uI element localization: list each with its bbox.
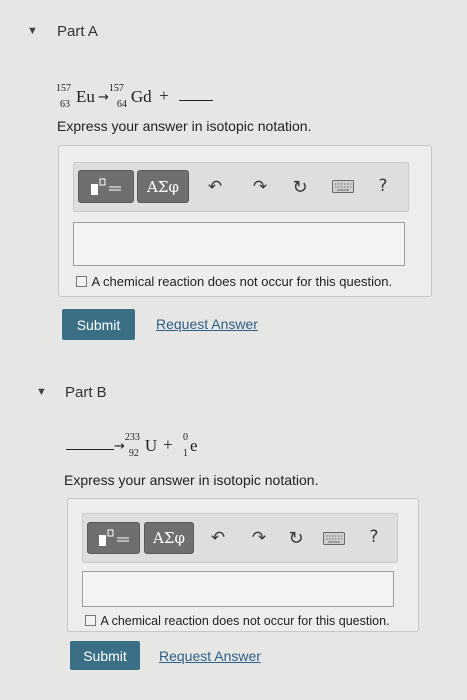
part-a-equation: 157 63 Eu → 157 64 Gd + (56, 84, 213, 110)
part-b-product2-nuclide: 0 1 e (181, 433, 203, 459)
reactant-atomic-number: 63 (60, 99, 70, 110)
part-b-submit-button[interactable]: Submit (70, 641, 140, 670)
part-a-title: Part A (57, 23, 98, 40)
help-button[interactable]: ? (365, 525, 383, 549)
part-b-no-reaction-label: A chemical reaction does not occur for t… (100, 614, 390, 628)
product2-symbol: e (190, 436, 198, 455)
part-a-product-nuclide: 157 64 Gd (109, 84, 153, 110)
undo-icon[interactable]: ↶ (207, 526, 229, 550)
part-a-math-toolbar: ΑΣφ ↶ ↷ ↻ ? (73, 162, 409, 212)
reset-icon[interactable]: ↻ (285, 526, 307, 550)
greek-symbols-button[interactable]: ΑΣφ (137, 170, 189, 203)
help-button[interactable]: ? (374, 174, 392, 198)
part-b-no-reaction-checkbox[interactable] (85, 615, 96, 627)
part-a-submit-button[interactable]: Submit (62, 309, 135, 340)
greek-symbols-button[interactable]: ΑΣφ (144, 522, 194, 554)
greek-symbols-label: ΑΣφ (147, 177, 179, 196)
part-b-no-reaction-option[interactable]: A chemical reaction does not occur for t… (85, 612, 390, 630)
product-symbol: Gd (130, 87, 152, 106)
part-a-no-reaction-checkbox[interactable] (76, 276, 87, 288)
part-b-request-answer-link[interactable]: Request Answer (159, 648, 261, 664)
part-a-reactant-nuclide: 157 63 Eu (56, 84, 98, 110)
greek-symbols-label: ΑΣφ (153, 529, 185, 547)
part-b-title: Part B (65, 384, 107, 401)
product-mass-number: 157 (108, 83, 124, 94)
part-a-answer-input[interactable] (73, 222, 405, 266)
product2-atomic-number: 1 (183, 448, 188, 459)
plus-sign: + (163, 434, 173, 454)
part-b-answer-input[interactable] (82, 571, 394, 607)
part-b-math-toolbar: ΑΣφ ↶ ↷ ↻ ? (82, 513, 398, 563)
part-b-collapse-icon[interactable]: ▼ (36, 386, 47, 398)
product-atomic-number: 64 (116, 99, 127, 110)
template-icon (91, 178, 121, 195)
part-b-product1-nuclide: 233 92 U (125, 433, 159, 459)
redo-icon[interactable]: ↷ (248, 526, 270, 550)
product2-mass-number: 0 (183, 432, 188, 443)
part-b-equation: → 233 92 U + 0 1 e (66, 433, 203, 459)
reset-icon[interactable]: ↻ (289, 175, 311, 199)
keyboard-icon[interactable] (323, 532, 345, 545)
templates-button[interactable] (87, 522, 140, 554)
templates-button[interactable] (78, 170, 134, 203)
part-a-instruction: Express your answer in isotopic notation… (57, 118, 312, 134)
part-a-collapse-icon[interactable]: ▼ (27, 25, 38, 37)
plus-sign: + (159, 85, 169, 105)
template-icon (98, 529, 129, 546)
part-b-instruction: Express your answer in isotopic notation… (64, 472, 319, 488)
reactant-symbol: Eu (76, 87, 95, 106)
answer-blank (179, 99, 213, 101)
answer-blank (66, 448, 114, 450)
product1-mass-number: 233 (124, 432, 140, 443)
undo-icon[interactable]: ↶ (204, 175, 226, 199)
reaction-arrow-icon: → (114, 438, 125, 454)
keyboard-icon[interactable] (332, 180, 354, 193)
reactant-mass-number: 157 (56, 83, 71, 94)
part-a-no-reaction-option[interactable]: A chemical reaction does not occur for t… (76, 273, 392, 291)
reaction-arrow-icon: → (98, 89, 109, 105)
part-a-no-reaction-label: A chemical reaction does not occur for t… (91, 274, 393, 289)
redo-icon[interactable]: ↷ (249, 175, 271, 199)
product1-atomic-number: 92 (128, 448, 139, 459)
product1-symbol: U (144, 436, 158, 455)
part-a-request-answer-link[interactable]: Request Answer (156, 316, 258, 332)
